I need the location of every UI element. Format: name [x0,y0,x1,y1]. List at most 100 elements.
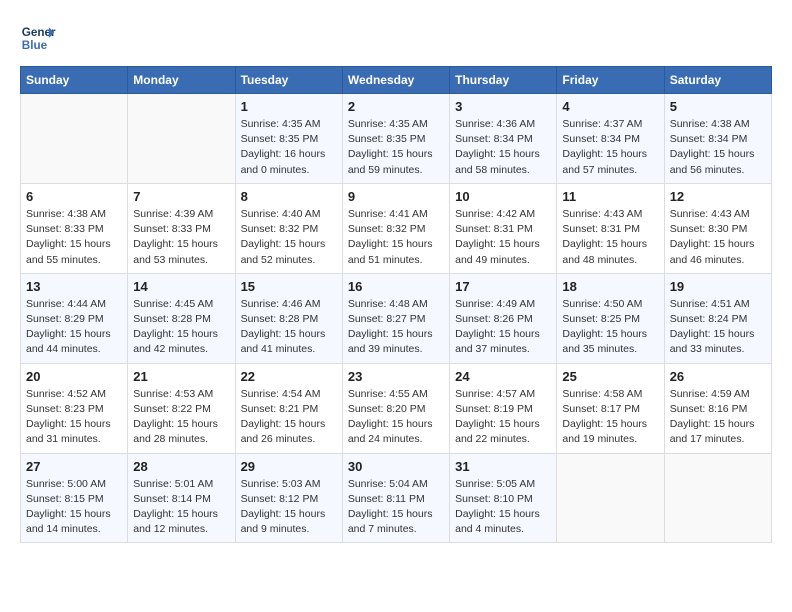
calendar-cell: 23 Sunrise: 4:55 AM Sunset: 8:20 PM Dayli… [342,363,449,453]
calendar-cell: 1 Sunrise: 4:35 AM Sunset: 8:35 PM Daylig… [235,94,342,184]
day-number: 16 [348,279,444,294]
day-number: 28 [133,459,229,474]
weekday-header-sunday: Sunday [21,67,128,94]
calendar-cell: 20Sunrise: 4:52 AM Sunset: 8:23 PM Dayli… [21,363,128,453]
page-header: General Blue [20,20,772,56]
day-detail: Sunrise: 4:36 AM Sunset: 8:34 PM Dayligh… [455,117,551,178]
day-detail: Sunrise: 4:45 AM Sunset: 8:28 PM Dayligh… [133,297,229,358]
calendar-cell [664,453,771,543]
day-detail: Sunrise: 4:42 AM Sunset: 8:31 PM Dayligh… [455,207,551,268]
day-number: 21 [133,369,229,384]
calendar-cell: 6 Sunrise: 4:38 AM Sunset: 8:33 PM Daylig… [21,183,128,273]
day-number: 9 [348,189,444,204]
day-detail: Sunrise: 4:49 AM Sunset: 8:26 PM Dayligh… [455,297,551,358]
day-number: 3 [455,99,551,114]
day-number: 12 [670,189,766,204]
calendar-cell: 5 Sunrise: 4:38 AM Sunset: 8:34 PM Daylig… [664,94,771,184]
calendar-cell: 16 Sunrise: 4:48 AM Sunset: 8:27 PM Dayli… [342,273,449,363]
day-detail: Sunrise: 4:38 AM Sunset: 8:33 PM Dayligh… [26,207,122,268]
calendar-cell: 10 Sunrise: 4:42 AM Sunset: 8:31 PM Dayli… [450,183,557,273]
day-detail: Sunrise: 4:57 AM Sunset: 8:19 PM Dayligh… [455,387,551,448]
day-detail: Sunrise: 4:53 AM Sunset: 8:22 PM Dayligh… [133,387,229,448]
calendar-cell: 12 Sunrise: 4:43 AM Sunset: 8:30 PM Dayli… [664,183,771,273]
day-detail: Sunrise: 4:50 AM Sunset: 8:25 PM Dayligh… [562,297,658,358]
weekday-header-saturday: Saturday [664,67,771,94]
calendar-cell: 15 Sunrise: 4:46 AM Sunset: 8:28 PM Dayli… [235,273,342,363]
day-number: 23 [348,369,444,384]
day-detail: Sunrise: 4:43 AM Sunset: 8:30 PM Dayligh… [670,207,766,268]
calendar-table: SundayMondayTuesdayWednesdayThursdayFrid… [20,66,772,543]
logo-icon: General Blue [20,20,56,56]
day-number: 1 [241,99,337,114]
calendar-cell: 30 Sunrise: 5:04 AM Sunset: 8:11 PM Dayli… [342,453,449,543]
day-number: 27 [26,459,122,474]
day-number: 31 [455,459,551,474]
calendar-cell: 25 Sunrise: 4:58 AM Sunset: 8:17 PM Dayli… [557,363,664,453]
calendar-cell: 19 Sunrise: 4:51 AM Sunset: 8:24 PM Dayli… [664,273,771,363]
day-detail: Sunrise: 5:05 AM Sunset: 8:10 PM Dayligh… [455,477,551,538]
day-number: 13 [26,279,122,294]
weekday-header-wednesday: Wednesday [342,67,449,94]
day-number: 26 [670,369,766,384]
day-detail: Sunrise: 5:03 AM Sunset: 8:12 PM Dayligh… [241,477,337,538]
day-number: 4 [562,99,658,114]
weekday-header-monday: Monday [128,67,235,94]
calendar-cell: 31 Sunrise: 5:05 AM Sunset: 8:10 PM Dayli… [450,453,557,543]
day-detail: Sunrise: 4:41 AM Sunset: 8:32 PM Dayligh… [348,207,444,268]
calendar-cell: 21 Sunrise: 4:53 AM Sunset: 8:22 PM Dayli… [128,363,235,453]
day-detail: Sunrise: 4:44 AM Sunset: 8:29 PM Dayligh… [26,297,122,358]
day-detail: Sunrise: 5:04 AM Sunset: 8:11 PM Dayligh… [348,477,444,538]
weekday-header-tuesday: Tuesday [235,67,342,94]
svg-text:Blue: Blue [22,39,48,52]
day-number: 7 [133,189,229,204]
day-number: 17 [455,279,551,294]
calendar-cell: 27 Sunrise: 5:00 AM Sunset: 8:15 PM Dayli… [21,453,128,543]
day-number: 20 [26,369,122,384]
day-detail: Sunrise: 4:55 AM Sunset: 8:20 PM Dayligh… [348,387,444,448]
day-number: 8 [241,189,337,204]
calendar-cell: 28 Sunrise: 5:01 AM Sunset: 8:14 PM Dayli… [128,453,235,543]
logo: General Blue [20,20,56,56]
day-detail: Sunrise: 4:39 AM Sunset: 8:33 PM Dayligh… [133,207,229,268]
calendar-cell: 17 Sunrise: 4:49 AM Sunset: 8:26 PM Dayli… [450,273,557,363]
day-detail: Sunrise: 4:58 AM Sunset: 8:17 PM Dayligh… [562,387,658,448]
day-detail: Sunrise: 4:35 AM Sunset: 8:35 PM Dayligh… [241,117,337,178]
calendar-cell: 29Sunrise: 5:03 AM Sunset: 8:12 PM Dayli… [235,453,342,543]
calendar-cell: 4 Sunrise: 4:37 AM Sunset: 8:34 PM Daylig… [557,94,664,184]
day-number: 10 [455,189,551,204]
calendar-cell: 13 Sunrise: 4:44 AM Sunset: 8:29 PM Dayli… [21,273,128,363]
day-number: 19 [670,279,766,294]
calendar-cell: 18Sunrise: 4:50 AM Sunset: 8:25 PM Dayli… [557,273,664,363]
day-number: 6 [26,189,122,204]
day-detail: Sunrise: 5:00 AM Sunset: 8:15 PM Dayligh… [26,477,122,538]
calendar-cell [557,453,664,543]
day-number: 22 [241,369,337,384]
calendar-cell: 14 Sunrise: 4:45 AM Sunset: 8:28 PM Dayli… [128,273,235,363]
calendar-cell: 24 Sunrise: 4:57 AM Sunset: 8:19 PM Dayli… [450,363,557,453]
day-number: 30 [348,459,444,474]
calendar-cell: 22 Sunrise: 4:54 AM Sunset: 8:21 PM Dayli… [235,363,342,453]
day-detail: Sunrise: 4:37 AM Sunset: 8:34 PM Dayligh… [562,117,658,178]
day-detail: Sunrise: 4:35 AM Sunset: 8:35 PM Dayligh… [348,117,444,178]
day-detail: Sunrise: 4:43 AM Sunset: 8:31 PM Dayligh… [562,207,658,268]
day-detail: Sunrise: 4:48 AM Sunset: 8:27 PM Dayligh… [348,297,444,358]
day-detail: Sunrise: 5:01 AM Sunset: 8:14 PM Dayligh… [133,477,229,538]
day-detail: Sunrise: 4:59 AM Sunset: 8:16 PM Dayligh… [670,387,766,448]
calendar-cell: 7 Sunrise: 4:39 AM Sunset: 8:33 PM Daylig… [128,183,235,273]
weekday-header-thursday: Thursday [450,67,557,94]
day-number: 14 [133,279,229,294]
calendar-cell [21,94,128,184]
day-number: 15 [241,279,337,294]
day-detail: Sunrise: 4:40 AM Sunset: 8:32 PM Dayligh… [241,207,337,268]
day-number: 5 [670,99,766,114]
day-detail: Sunrise: 4:54 AM Sunset: 8:21 PM Dayligh… [241,387,337,448]
day-detail: Sunrise: 4:38 AM Sunset: 8:34 PM Dayligh… [670,117,766,178]
day-number: 25 [562,369,658,384]
day-detail: Sunrise: 4:46 AM Sunset: 8:28 PM Dayligh… [241,297,337,358]
calendar-cell: 11Sunrise: 4:43 AM Sunset: 8:31 PM Dayli… [557,183,664,273]
calendar-cell [128,94,235,184]
day-number: 2 [348,99,444,114]
day-number: 24 [455,369,551,384]
day-detail: Sunrise: 4:51 AM Sunset: 8:24 PM Dayligh… [670,297,766,358]
calendar-cell: 8 Sunrise: 4:40 AM Sunset: 8:32 PM Daylig… [235,183,342,273]
